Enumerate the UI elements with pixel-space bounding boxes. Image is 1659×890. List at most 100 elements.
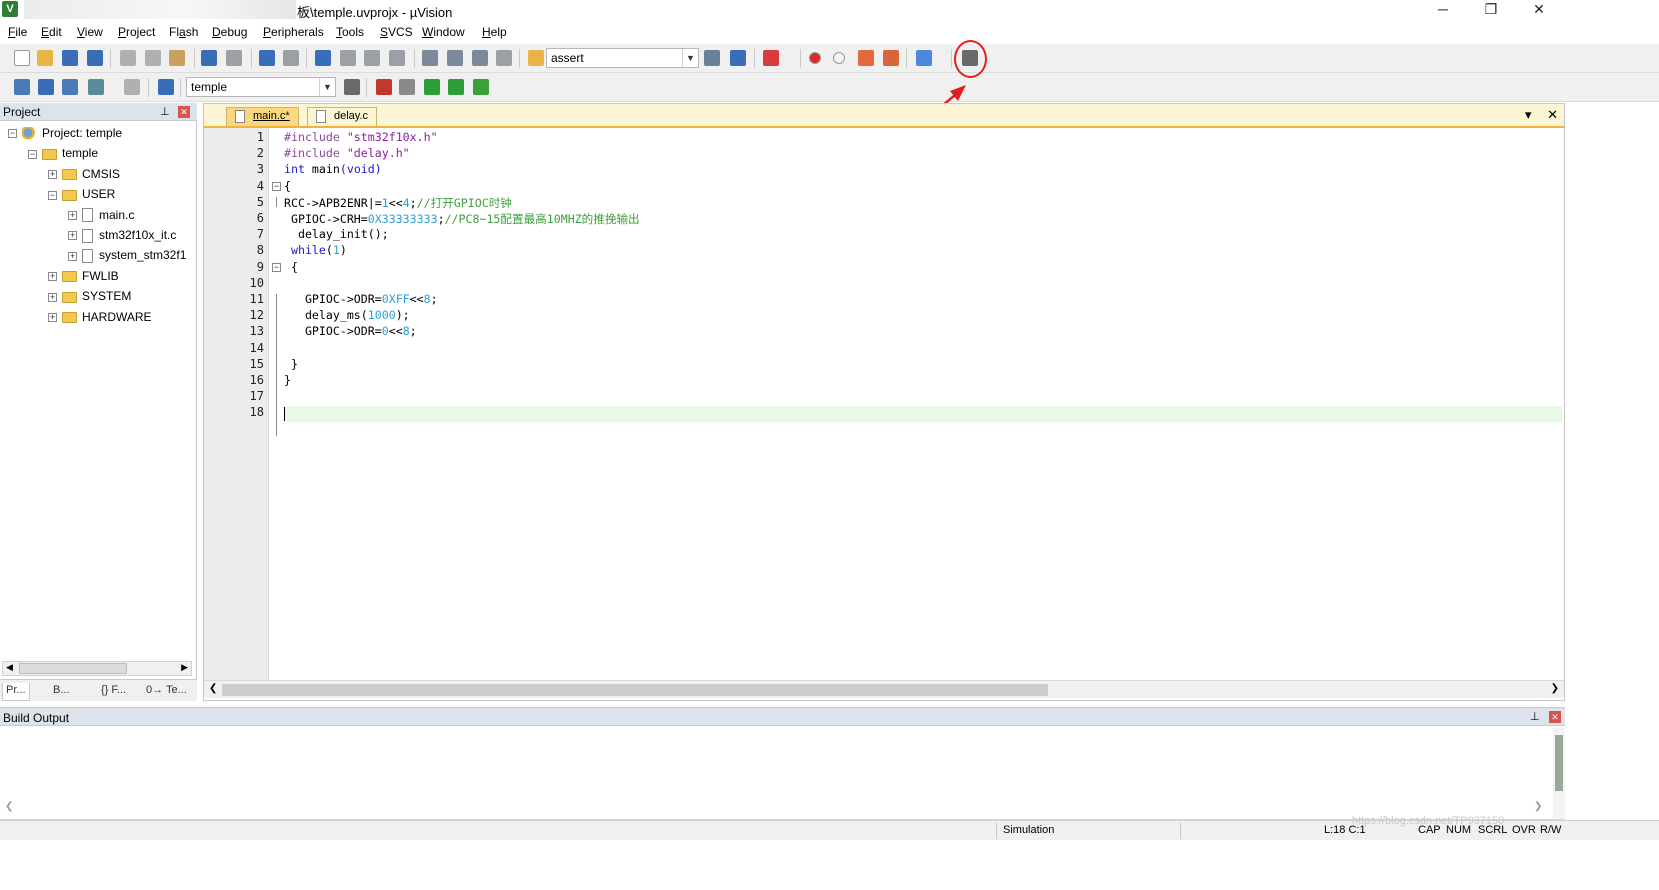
tree-item-temple[interactable]: − temple bbox=[28, 146, 98, 164]
tree-item-main-c[interactable]: + main.c bbox=[68, 208, 134, 226]
expand-icon[interactable]: + bbox=[48, 292, 57, 302]
tab-delay-c[interactable]: delay.c bbox=[307, 107, 378, 126]
close-editor-icon[interactable]: ✕ bbox=[1547, 107, 1558, 122]
editor-horizontal-scrollbar[interactable]: ❮ ❯ bbox=[204, 680, 1564, 698]
breakpoint-disable-all-icon[interactable] bbox=[858, 50, 874, 66]
tab-project[interactable]: Pr... bbox=[2, 683, 30, 701]
tab-functions[interactable]: {} F... bbox=[98, 683, 129, 701]
redo-icon[interactable] bbox=[226, 50, 242, 66]
translate-icon[interactable] bbox=[14, 79, 30, 95]
event-recorder-icon[interactable] bbox=[473, 79, 489, 95]
scrollbar-thumb[interactable] bbox=[19, 663, 127, 674]
scrollbar-thumb[interactable] bbox=[222, 684, 1048, 696]
menu-debug[interactable]: Debug bbox=[212, 25, 247, 39]
collapse-icon[interactable]: − bbox=[48, 190, 57, 200]
bookmark-insert-icon[interactable] bbox=[315, 50, 331, 66]
fold-collapse-icon[interactable]: − bbox=[272, 181, 281, 191]
bookmark-clear-icon[interactable] bbox=[389, 50, 405, 66]
scroll-left-icon[interactable]: ❮ bbox=[5, 801, 13, 812]
bookmark-prev-icon[interactable] bbox=[340, 50, 356, 66]
open-file-icon[interactable] bbox=[37, 50, 53, 66]
batch-build-icon[interactable] bbox=[88, 79, 104, 95]
pack-installer-icon[interactable] bbox=[448, 79, 464, 95]
manage-project-items-icon[interactable] bbox=[376, 79, 392, 95]
new-file-icon[interactable] bbox=[14, 50, 30, 66]
restore-button[interactable]: ❐ bbox=[1468, 0, 1514, 20]
unindent-icon[interactable] bbox=[447, 50, 463, 66]
undo-icon[interactable] bbox=[201, 50, 217, 66]
stop-build-icon[interactable] bbox=[124, 79, 140, 95]
incremental-find-icon[interactable] bbox=[730, 50, 746, 66]
nav-back-icon[interactable] bbox=[259, 50, 275, 66]
comment-icon[interactable] bbox=[472, 50, 488, 66]
menu-project[interactable]: Project bbox=[118, 25, 155, 39]
scroll-right-icon[interactable]: ❯ bbox=[1534, 801, 1542, 812]
tree-item-cmsis[interactable]: + CMSIS bbox=[48, 167, 120, 185]
rebuild-icon[interactable] bbox=[62, 79, 78, 95]
scroll-left-icon[interactable]: ❮ bbox=[209, 683, 217, 694]
cut-icon[interactable] bbox=[120, 50, 136, 66]
tree-item-system[interactable]: + SYSTEM bbox=[48, 289, 131, 307]
fold-collapse-icon[interactable]: − bbox=[272, 262, 281, 272]
tab-main-c-[interactable]: main.c* bbox=[226, 107, 299, 126]
menu-peripherals[interactable]: Peripherals bbox=[263, 25, 324, 39]
save-all-icon[interactable] bbox=[87, 50, 103, 66]
build-vertical-scrollbar[interactable] bbox=[1553, 727, 1565, 819]
indent-icon[interactable] bbox=[422, 50, 438, 66]
scroll-left-icon[interactable]: ◀ bbox=[6, 662, 13, 673]
tree-item-user[interactable]: − USER bbox=[48, 187, 115, 205]
build-icon[interactable] bbox=[38, 79, 54, 95]
tree-item-stm32f10x-it-c[interactable]: + stm32f10x_it.c bbox=[68, 228, 176, 246]
menu-edit[interactable]: Edit bbox=[41, 25, 62, 39]
breakpoint-kill-all-icon[interactable] bbox=[883, 50, 899, 66]
minimize-button[interactable]: ─ bbox=[1420, 0, 1466, 20]
expand-icon[interactable]: + bbox=[48, 272, 57, 282]
chevron-down-icon[interactable]: ▼ bbox=[319, 78, 335, 96]
project-horizontal-scrollbar[interactable]: ◀ ▶ bbox=[2, 661, 192, 676]
close-icon[interactable]: ✕ bbox=[1549, 711, 1561, 723]
collapse-icon[interactable]: − bbox=[28, 149, 37, 159]
expand-icon[interactable]: + bbox=[68, 251, 77, 261]
manage-rte-icon[interactable] bbox=[424, 79, 440, 95]
window-layout-icon[interactable] bbox=[916, 50, 932, 66]
menu-flash[interactable]: Flash bbox=[169, 25, 198, 39]
pin-icon[interactable]: ⊥ bbox=[1530, 710, 1540, 723]
select-packs-icon[interactable] bbox=[399, 79, 415, 95]
copy-icon[interactable] bbox=[145, 50, 161, 66]
tree-item-fwlib[interactable]: + FWLIB bbox=[48, 269, 119, 287]
uncomment-icon[interactable] bbox=[496, 50, 512, 66]
tab-books[interactable]: B... bbox=[50, 683, 73, 701]
collapse-icon[interactable]: − bbox=[8, 129, 17, 139]
code-text[interactable]: #include "stm32f10x.h" #include "delay.h"… bbox=[284, 128, 1562, 680]
tree-item-project-temple[interactable]: − Project: temple bbox=[8, 126, 122, 144]
menu-svcs[interactable]: SVCS bbox=[380, 25, 413, 39]
breakpoint-disable-icon[interactable] bbox=[833, 52, 845, 64]
nav-forward-icon[interactable] bbox=[283, 50, 299, 66]
bookmark-next-icon[interactable] bbox=[364, 50, 380, 66]
find-combo[interactable]: assert ▼ bbox=[546, 48, 699, 68]
close-window-button[interactable]: ✕ bbox=[1516, 0, 1562, 20]
close-icon[interactable]: ✕ bbox=[178, 106, 190, 118]
target-combo[interactable]: temple ▼ bbox=[186, 77, 336, 97]
find-icon[interactable] bbox=[704, 50, 720, 66]
menu-view[interactable]: View bbox=[77, 25, 103, 39]
expand-icon[interactable]: + bbox=[48, 170, 57, 180]
menu-tools[interactable]: Tools bbox=[336, 25, 364, 39]
breakpoint-insert-icon[interactable] bbox=[809, 52, 821, 64]
menu-help[interactable]: Help bbox=[482, 25, 507, 39]
scroll-right-icon[interactable]: ❯ bbox=[1551, 683, 1559, 694]
expand-icon[interactable]: + bbox=[68, 210, 77, 220]
menu-window[interactable]: Window bbox=[422, 25, 465, 39]
paste-icon[interactable] bbox=[169, 50, 185, 66]
expand-icon[interactable]: + bbox=[68, 231, 77, 241]
tree-item-hardware[interactable]: + HARDWARE bbox=[48, 310, 152, 328]
scroll-right-icon[interactable]: ▶ bbox=[181, 662, 188, 673]
build-output-pane[interactable]: ❮ ❯ bbox=[0, 727, 1565, 820]
tab-list-dropdown-icon[interactable]: ▾ bbox=[1525, 107, 1532, 122]
debug-session-icon[interactable] bbox=[763, 50, 779, 66]
download-icon[interactable] bbox=[158, 79, 174, 95]
options-for-target-icon[interactable] bbox=[344, 79, 360, 95]
expand-icon[interactable]: + bbox=[48, 312, 57, 322]
menu-file[interactable]: File bbox=[8, 25, 27, 39]
find-in-files-icon[interactable] bbox=[528, 50, 544, 66]
